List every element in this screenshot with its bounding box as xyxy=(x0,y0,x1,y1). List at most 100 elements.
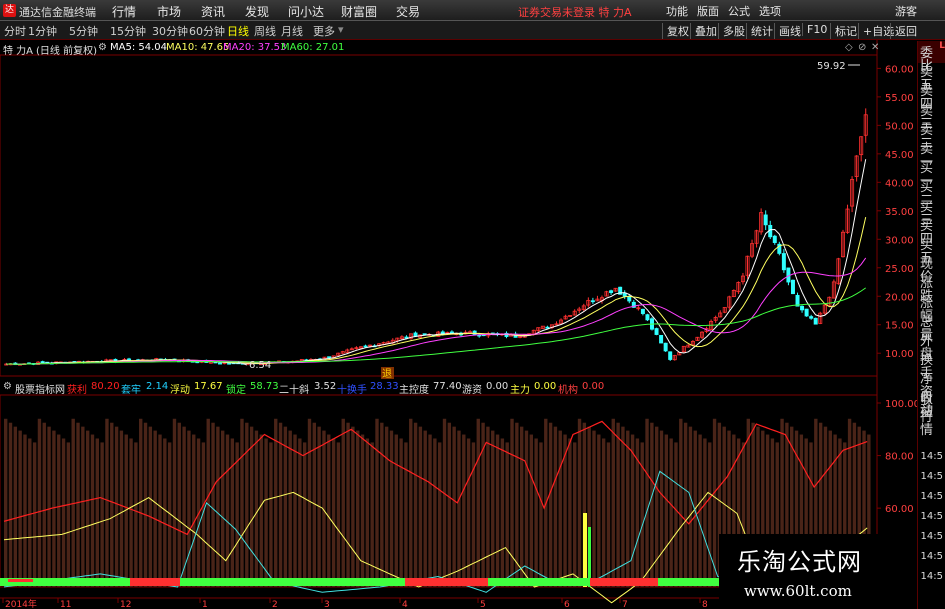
ind-bar xyxy=(611,418,615,587)
ind-slope-label: 二十斜 xyxy=(279,385,309,396)
indicator-name[interactable]: 股票指标网 xyxy=(15,381,65,396)
ind-bar xyxy=(659,430,664,587)
period-15min[interactable]: 15分钟 xyxy=(110,23,146,39)
close-icon[interactable]: ✕ xyxy=(871,42,879,53)
ind-bar xyxy=(462,434,466,587)
mark-button[interactable]: 标记 xyxy=(830,23,857,39)
ind-control-value: 77.40 xyxy=(433,381,462,392)
ind-bar xyxy=(216,426,220,587)
candle-body xyxy=(781,253,786,271)
period-monthly[interactable]: 月线 xyxy=(281,23,303,39)
period-5min[interactable]: 5分钟 xyxy=(69,23,98,39)
period-30min[interactable]: 30分钟 xyxy=(152,23,188,39)
period-60min[interactable]: 60分钟 xyxy=(189,23,225,39)
ind-bar xyxy=(23,434,27,587)
date-tick-label: 4 xyxy=(402,600,408,609)
time-row: 14:5 xyxy=(920,531,943,542)
date-tick-label: 8 xyxy=(702,600,708,609)
f10-button[interactable]: F10 xyxy=(802,23,827,36)
ind-bar xyxy=(524,430,529,587)
stock-name: 特 力A xyxy=(3,46,34,57)
period-1min[interactable]: 1分钟 xyxy=(28,23,57,39)
menu-wealth[interactable]: 财富圈 xyxy=(341,3,377,20)
overlay-button[interactable]: 叠加 xyxy=(690,23,717,39)
menu-market[interactable]: 市场 xyxy=(157,3,181,20)
menu-function[interactable]: 功能 xyxy=(666,3,688,19)
ind-bar xyxy=(394,434,398,587)
menu-trade[interactable]: 交易 xyxy=(396,3,420,20)
user-label[interactable]: 游客 xyxy=(895,3,917,19)
ind-bar xyxy=(42,422,46,587)
app-name: 通达信金融终端 xyxy=(19,6,96,19)
add-favorite-button[interactable]: +自选 xyxy=(858,23,894,39)
ind-bar xyxy=(380,422,384,587)
ind-turnover-label: 十换手 xyxy=(337,385,367,396)
price-tick-label: 60.00 xyxy=(885,64,914,75)
ind-bar xyxy=(356,430,360,587)
ind-bar xyxy=(100,442,104,587)
menu-ask[interactable]: 问小达 xyxy=(288,3,324,20)
period-tick[interactable]: 分时 xyxy=(4,23,26,39)
diamond-icon[interactable]: ◇ xyxy=(845,42,853,53)
ind-bar xyxy=(76,422,80,587)
ind-bar xyxy=(119,430,124,587)
price-tick-label: 30.00 xyxy=(885,235,914,246)
ind-bar xyxy=(336,442,341,587)
candle-body xyxy=(609,290,614,293)
menu-news[interactable]: 资讯 xyxy=(201,3,225,20)
candle-body xyxy=(640,308,645,314)
stats-button[interactable]: 统计 xyxy=(746,23,773,39)
ind-bar xyxy=(592,430,596,587)
title-bar: 达 通达信金融终端 行情 市场 资讯 发现 问小达 财富圈 交易 证券交易未登录… xyxy=(0,0,945,21)
ind-bar xyxy=(221,430,225,587)
ind-bar xyxy=(669,438,673,587)
ind-bar xyxy=(283,426,288,587)
back-button[interactable]: 返回 xyxy=(890,23,917,39)
menu-formula[interactable]: 公式 xyxy=(728,3,750,19)
indicator-settings-icon[interactable]: ⚙ xyxy=(3,381,12,392)
ind-tick-label: 80.00 xyxy=(885,452,914,463)
ind-bar xyxy=(331,438,336,587)
draw-button[interactable]: 画线 xyxy=(774,23,801,39)
menu-options[interactable]: 选项 xyxy=(759,3,781,19)
period-daily[interactable]: 日线 xyxy=(227,23,249,39)
ind-bar xyxy=(110,422,114,587)
menu-discover[interactable]: 发现 xyxy=(245,3,269,20)
ind-bar xyxy=(486,426,490,587)
candle-body xyxy=(813,317,818,325)
ind-bar xyxy=(225,434,230,587)
period-more[interactable]: 更多 xyxy=(313,23,335,39)
candle-body xyxy=(663,342,668,352)
ind-bar xyxy=(114,426,119,587)
period-weekly[interactable]: 周线 xyxy=(254,23,276,39)
indicator-bar: ⚙ 股票指标网 获利 80.20 套牢 2.14 浮动 17.67 锁定 58.… xyxy=(0,380,880,396)
state-segment xyxy=(488,578,590,586)
adjust-button[interactable]: 复权 xyxy=(662,23,689,39)
ind-bar xyxy=(606,442,611,587)
ind-turnover-value: 28.33 xyxy=(370,381,399,392)
ind-bar xyxy=(346,422,350,587)
ind-bar xyxy=(57,434,61,587)
date-tick-label: 5 xyxy=(480,600,486,609)
date-tick-label: 2014年 xyxy=(5,598,37,609)
login-warning: 证券交易未登录 特 力A xyxy=(518,6,632,19)
ind-bar xyxy=(621,426,625,587)
multi-stock-button[interactable]: 多股 xyxy=(718,23,745,39)
ind-bar xyxy=(13,426,18,587)
app-logo: 达 xyxy=(3,4,16,17)
candle-body xyxy=(40,361,45,364)
sidebar-item[interactable]: 行情 xyxy=(920,411,945,437)
menu-quotes[interactable]: 行情 xyxy=(112,3,136,20)
chart-canvas[interactable]: 60.0055.0050.0045.0040.0035.0030.0025.00… xyxy=(0,0,945,609)
state-segment xyxy=(590,578,658,586)
ind-bar xyxy=(351,426,355,587)
time-row: 14:5 xyxy=(920,551,943,562)
collapse-icon[interactable]: ⊘ xyxy=(858,42,866,53)
delist-mark: 退 xyxy=(382,368,392,380)
ind-control-label: 主控度 xyxy=(399,385,429,396)
settings-icon[interactable]: ⚙ xyxy=(98,42,107,53)
ind-bar xyxy=(500,438,505,587)
ind-bar xyxy=(235,442,239,587)
period-more-chevron-icon[interactable]: ▾ xyxy=(338,23,344,36)
menu-layout[interactable]: 版面 xyxy=(697,3,719,19)
